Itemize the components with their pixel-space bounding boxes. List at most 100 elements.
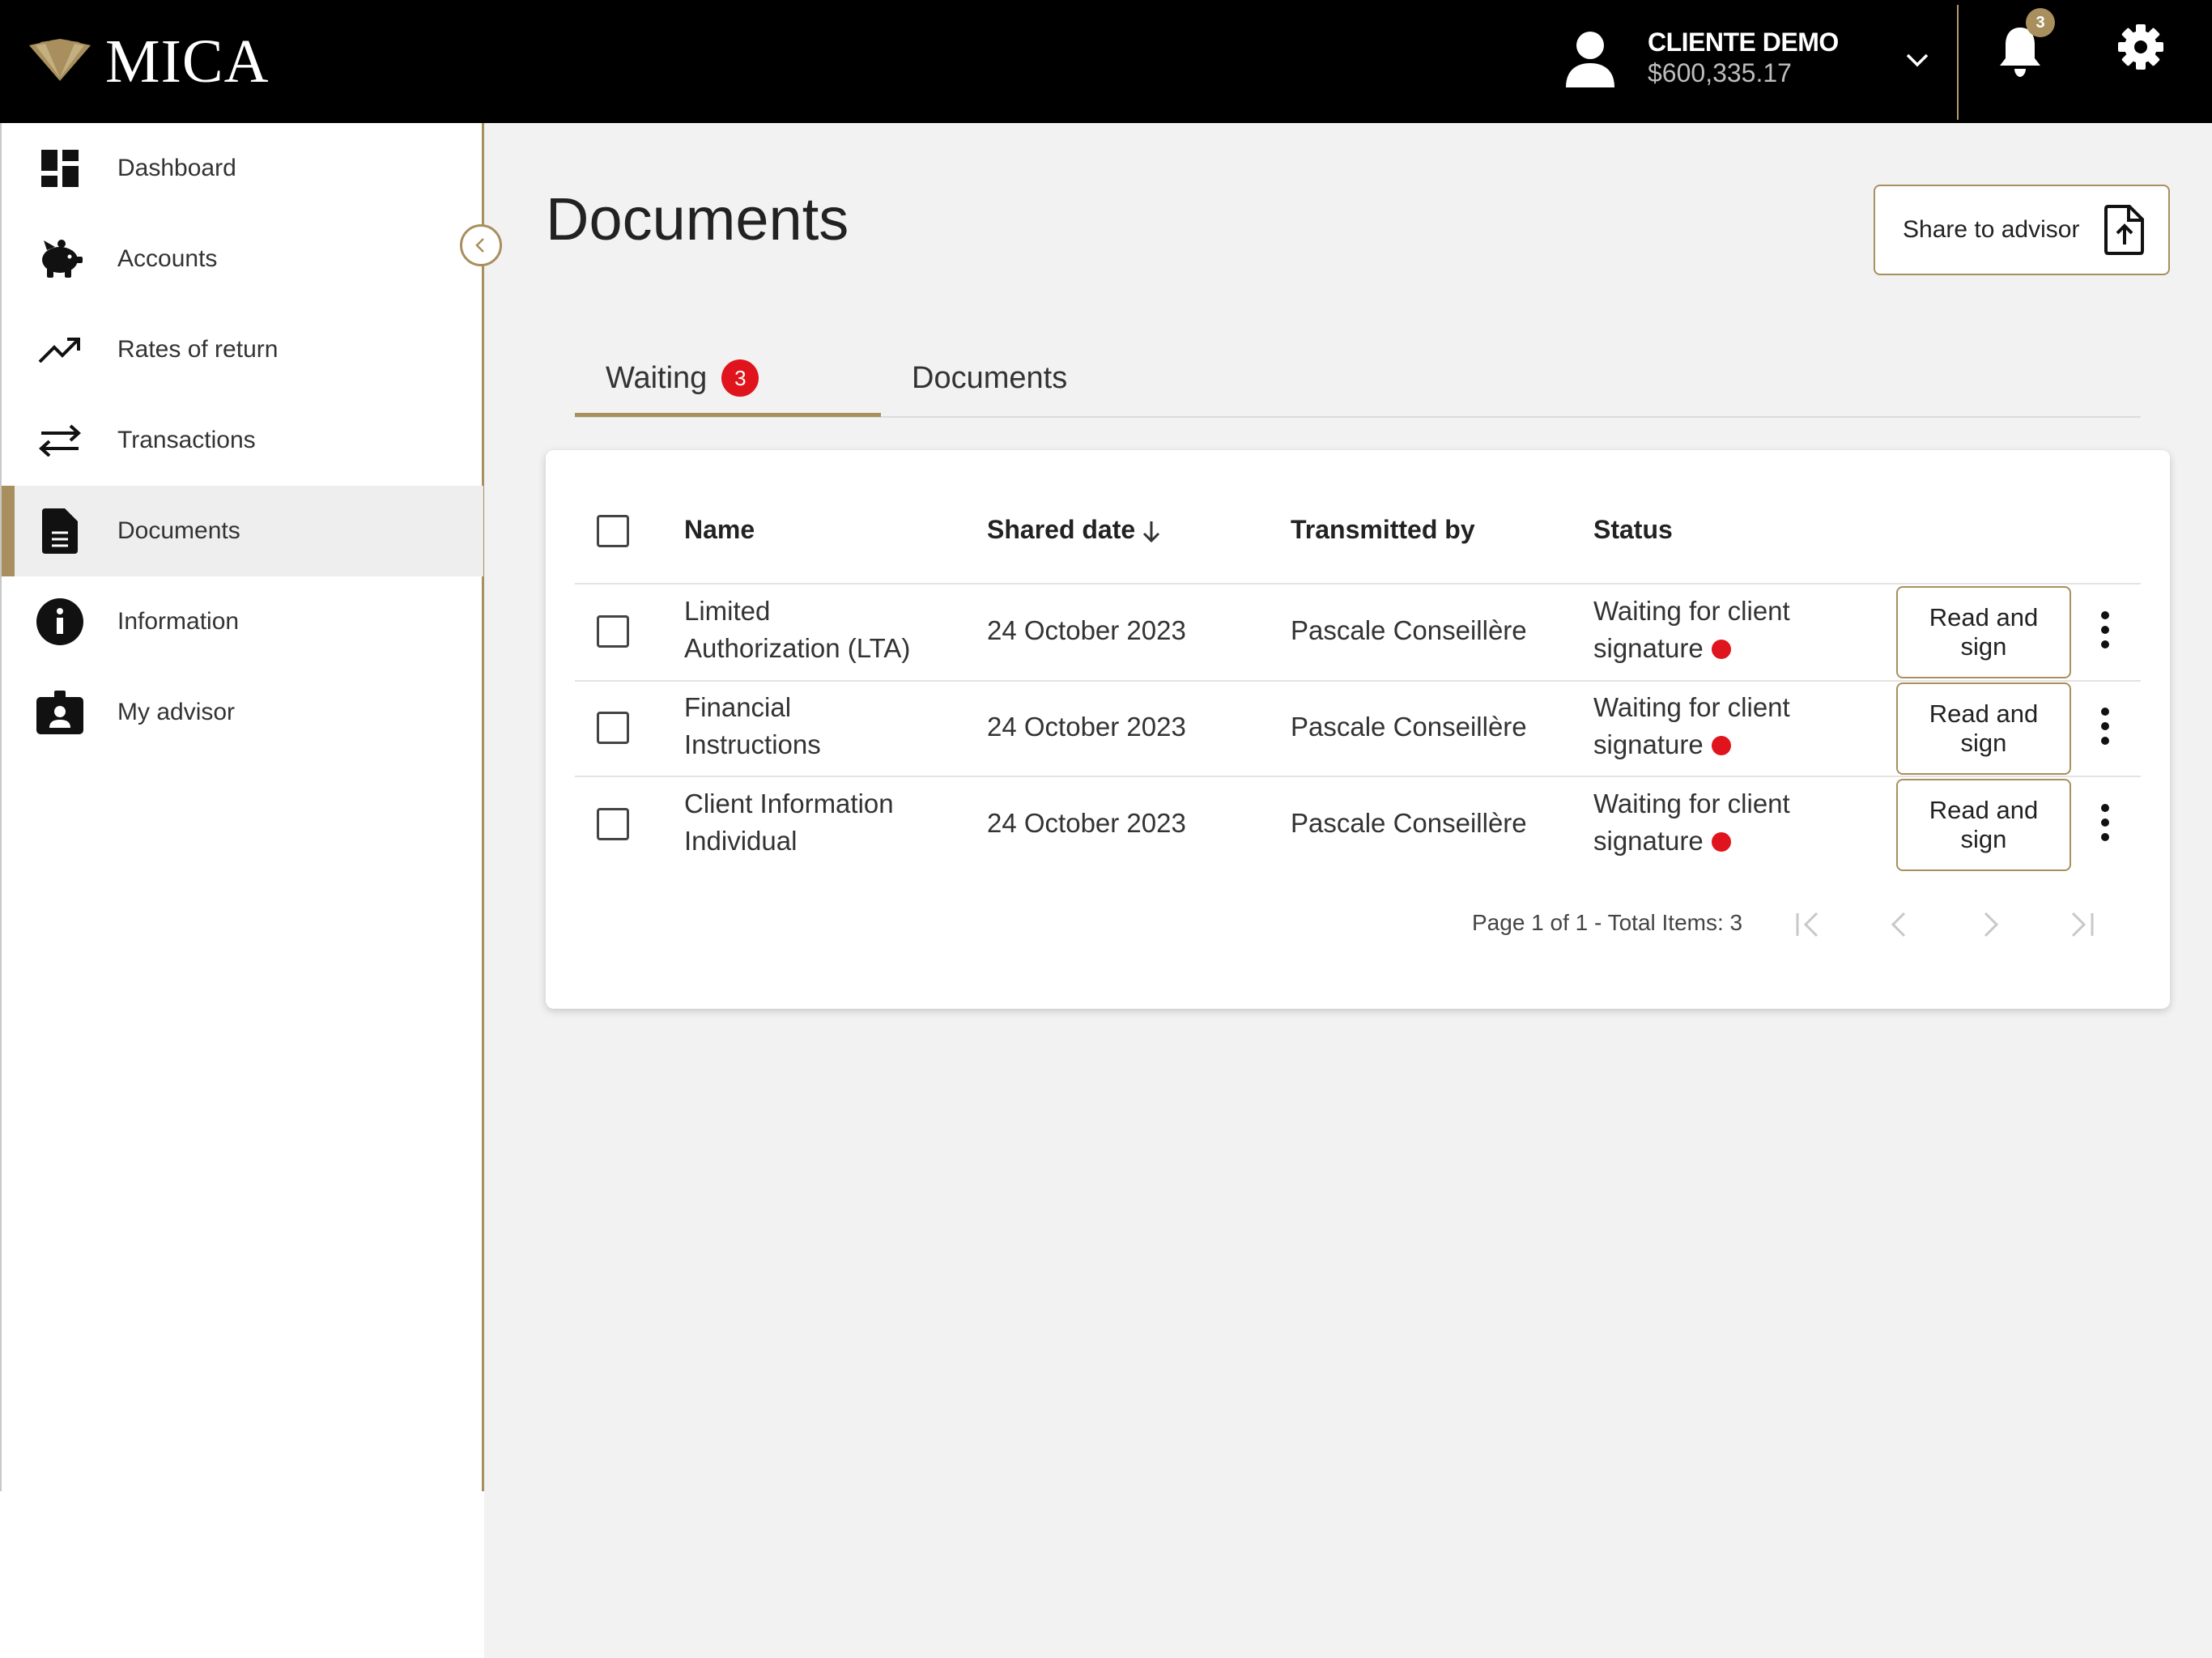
read-and-sign-button[interactable]: Read and sign [1896, 779, 2071, 871]
document-icon [36, 507, 84, 555]
swap-arrows-icon [36, 416, 84, 465]
row-checkbox[interactable] [597, 712, 629, 744]
row-checkbox[interactable] [597, 808, 629, 840]
button-label: Read and sign [1929, 699, 2038, 758]
collapse-sidebar-button[interactable] [460, 224, 502, 266]
piggy-bank-icon [36, 235, 84, 283]
status-line: signature [1593, 726, 1790, 763]
more-options-icon[interactable] [2091, 801, 2120, 844]
document-name-line: Limited [684, 596, 771, 626]
tab-label: Documents [912, 360, 1068, 395]
status-text: signature [1593, 729, 1704, 759]
column-header-name[interactable]: Name [684, 515, 755, 545]
transmitted-by: Pascale Conseillère [1291, 712, 1527, 742]
sidebar-footer-area [0, 1491, 484, 1658]
sidebar-item-rates-of-return[interactable]: Rates of return [2, 304, 483, 395]
column-header-status[interactable]: Status [1593, 515, 1673, 545]
status-dot-icon [1711, 832, 1731, 852]
tab-documents[interactable]: Documents [912, 340, 1067, 416]
notification-badge: 3 [2026, 8, 2055, 37]
chevron-down-icon[interactable] [1903, 45, 1932, 74]
select-all-checkbox[interactable] [597, 515, 629, 547]
info-icon [36, 597, 84, 646]
active-tab-indicator [575, 413, 881, 417]
mica-diamond-icon [29, 39, 91, 81]
button-label-line: sign [1960, 729, 2007, 757]
sidebar-item-label: Information [117, 608, 240, 635]
more-options-icon[interactable] [2091, 609, 2120, 651]
user-avatar-icon[interactable] [1563, 29, 1618, 87]
sidebar-item-label: Transactions [117, 427, 256, 453]
header-divider [1957, 5, 1959, 120]
sidebar-item-label: Dashboard [117, 155, 236, 181]
button-label-line: sign [1960, 632, 2007, 661]
sort-descending-icon[interactable] [1140, 518, 1163, 544]
sidebar-item-label: My advisor [117, 699, 236, 725]
previous-page-icon[interactable] [1880, 908, 1919, 941]
sidebar-item-label: Rates of return [117, 336, 279, 363]
advisor-badge-icon [36, 688, 84, 737]
document-name-line: Financial [684, 692, 792, 722]
sidebar-item-accounts[interactable]: Accounts [2, 214, 483, 304]
row-checkbox[interactable] [597, 615, 629, 648]
button-label: Read and sign [1929, 796, 2038, 854]
gear-icon[interactable] [2116, 23, 2165, 71]
shared-date: 24 October 2023 [987, 712, 1186, 742]
status-line: Waiting for client [1593, 596, 1790, 626]
share-button-label: Share to advisor [1903, 216, 2080, 243]
button-label-line: Read and [1929, 699, 2039, 728]
status-line: signature [1593, 630, 1790, 667]
read-and-sign-button[interactable]: Read and sign [1896, 586, 2071, 678]
button-label-line: sign [1960, 825, 2007, 853]
column-header-shared-date[interactable]: Shared date [987, 515, 1135, 545]
waiting-count-badge: 3 [721, 359, 759, 397]
chevron-left-icon [475, 238, 484, 253]
button-label: Read and sign [1929, 603, 2038, 661]
pagination-summary: Page 1 of 1 - Total Items: 3 [1472, 910, 1743, 935]
status: Waiting for client signature [1593, 593, 1790, 667]
next-page-icon[interactable] [1971, 908, 2010, 941]
last-page-icon[interactable] [2061, 908, 2100, 941]
document-name: Limited Authorization (LTA) [684, 593, 910, 667]
logo-text: MICA [105, 28, 270, 96]
transmitted-by: Pascale Conseillère [1291, 615, 1527, 645]
user-name[interactable]: CLIENTE DEMO [1648, 28, 1839, 57]
sidebar-item-transactions[interactable]: Transactions [2, 395, 483, 486]
sidebar-item-information[interactable]: Information [2, 576, 483, 667]
sidebar-item-label: Accounts [117, 245, 218, 272]
user-balance: $600,335.17 [1648, 58, 1792, 87]
first-page-icon[interactable] [1789, 908, 1828, 941]
document-name: Client Information Individual [684, 785, 894, 860]
tab-label: Waiting [606, 360, 708, 395]
status-dot-icon [1711, 640, 1731, 659]
read-and-sign-button[interactable]: Read and sign [1896, 682, 2071, 775]
table-divider [575, 583, 2141, 585]
document-name-line: Instructions [684, 729, 821, 759]
column-header-transmitted-by[interactable]: Transmitted by [1291, 515, 1475, 545]
document-name: Financial Instructions [684, 689, 821, 763]
sidebar-item-label: Documents [117, 517, 240, 544]
status-text: signature [1593, 826, 1704, 856]
sidebar-item-documents[interactable]: Documents [2, 486, 483, 576]
dashboard-icon [36, 144, 84, 193]
trending-up-icon [36, 325, 84, 374]
tab-waiting[interactable]: Waiting 3 [606, 340, 759, 416]
status-dot-icon [1711, 736, 1731, 755]
status-line: signature [1593, 823, 1790, 860]
sidebar-item-my-advisor[interactable]: My advisor [2, 667, 483, 758]
status: Waiting for client signature [1593, 689, 1790, 763]
more-options-icon[interactable] [2091, 705, 2120, 747]
file-upload-icon [2104, 205, 2144, 255]
document-name-line: Client Information [684, 789, 894, 818]
sidebar: Dashboard Accounts Rates of return Trans… [0, 123, 484, 1491]
sidebar-item-dashboard[interactable]: Dashboard [2, 123, 483, 214]
app-logo[interactable]: MICA [29, 26, 269, 97]
shared-date: 24 October 2023 [987, 808, 1186, 838]
table-divider [575, 680, 2141, 682]
button-label-line: Read and [1929, 603, 2039, 631]
share-to-advisor-button[interactable]: Share to advisor [1874, 185, 2170, 275]
document-name-line: Individual [684, 826, 798, 856]
button-label-line: Read and [1929, 796, 2039, 824]
page-title: Documents [546, 185, 849, 253]
status-text: signature [1593, 633, 1704, 663]
